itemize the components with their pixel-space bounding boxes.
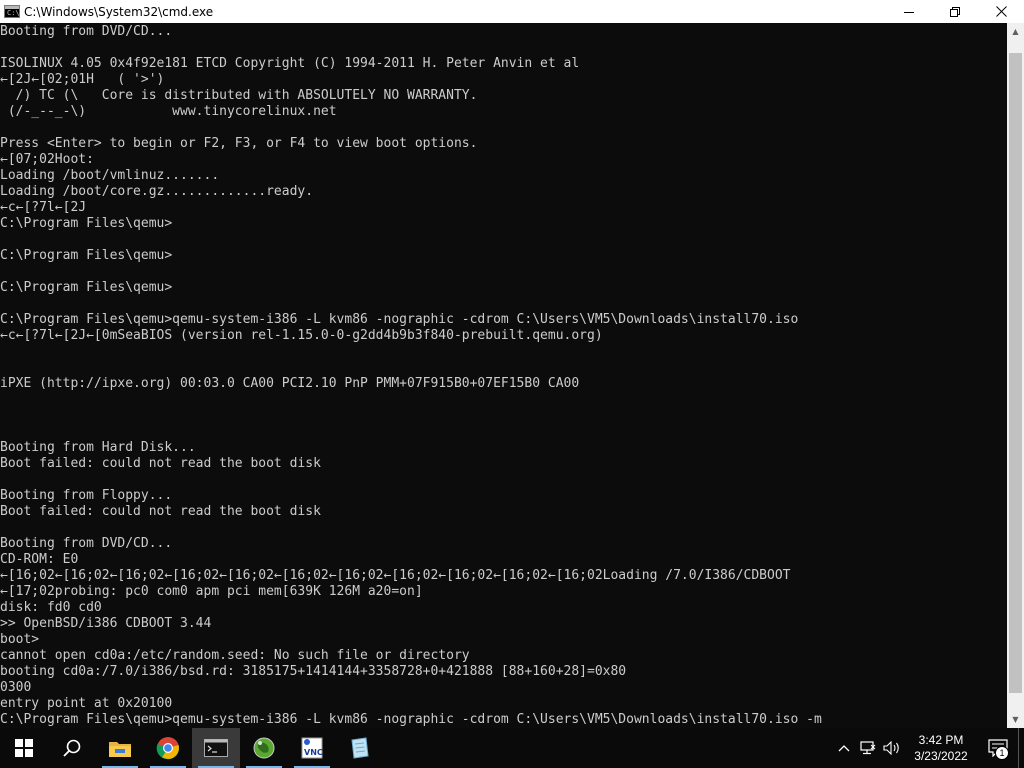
volume-icon[interactable] (880, 728, 904, 768)
console-line: C:\Program Files\qemu>qemu-system-i386 -… (0, 712, 822, 727)
console-line: booting cd0a:/7.0/i386/bsd.rd: 3185175+1… (0, 664, 627, 679)
console-line: C:\Program Files\qemu> (0, 280, 173, 295)
console-line: Loading /boot/vmlinuz....... (0, 168, 220, 183)
folder-icon (109, 742, 131, 757)
console-text: Booting from DVD/CD... ISOLINUX 4.05 0x4f… (0, 23, 1007, 728)
console-line: cannot open cd0a:/etc/random.seed: No su… (0, 648, 470, 663)
console-output[interactable]: Booting from DVD/CD... ISOLINUX 4.05 0x4f… (0, 23, 1007, 728)
scroll-down-arrow-icon[interactable]: ▼ (1007, 711, 1024, 728)
console-line: /) TC (\ Core is distributed with ABSOLU… (0, 88, 478, 103)
notepad-icon (351, 737, 369, 759)
network-icon[interactable] (856, 728, 880, 768)
notification-count-badge: 1 (995, 746, 1009, 760)
console-line: disk: fd0 cd0 (0, 600, 102, 615)
minimize-button[interactable] (886, 0, 932, 23)
search-button[interactable] (48, 728, 96, 768)
console-line: Loading /boot/core.gz.............ready. (0, 184, 314, 199)
cmd-app-icon[interactable]: C:\ (4, 5, 20, 18)
console-line: 0300 (0, 680, 32, 695)
console-line: ←[16;02←[16;02←[16;02←[16;02←[16;02←[16;… (0, 568, 791, 583)
clock-time: 3:42 PM (918, 733, 964, 747)
title-bar: C:\ C:\Windows\System32\cmd.exe (0, 0, 1024, 23)
console-line: C:\Program Files\qemu> (0, 248, 173, 263)
window-controls (886, 0, 1024, 23)
console-line: Booting from Floppy... (0, 488, 173, 503)
console-line: Boot failed: could not read the boot dis… (0, 456, 321, 471)
console-line: ←c←[?7l←[2J (0, 200, 87, 215)
console-line: ←[2J←[02;01H ( '>') (0, 72, 165, 87)
scroll-up-arrow-icon[interactable]: ▲ (1007, 23, 1024, 40)
search-icon (63, 739, 81, 757)
chrome-button[interactable] (144, 728, 192, 768)
vnc-viewer-button[interactable]: VNC (288, 728, 336, 768)
globe-icon (253, 737, 275, 759)
restore-icon (950, 6, 960, 17)
console-line: C:\Program Files\qemu>qemu-system-i386 -… (0, 312, 799, 327)
file-explorer-button[interactable] (96, 728, 144, 768)
clock[interactable]: 3:42 PM 3/23/2022 (904, 728, 978, 768)
console-line: Boot failed: could not read the boot dis… (0, 504, 321, 519)
taskbar: VNC 3:42 PM 3/23/2022 1 (0, 728, 1024, 768)
console-line: Booting from Hard Disk... (0, 440, 196, 455)
windows-logo-icon (15, 739, 33, 757)
chrome-icon (156, 737, 180, 760)
console-line: iPXE (http://ipxe.org) 00:03.0 CA00 PCI2… (0, 376, 580, 391)
scroll-thumb[interactable] (1009, 53, 1022, 693)
vnc-icon: VNC (301, 737, 323, 759)
start-button[interactable] (0, 728, 48, 768)
maximize-button[interactable] (932, 0, 978, 23)
chevron-up-icon[interactable] (832, 728, 856, 768)
globe-app-button[interactable] (240, 728, 288, 768)
notepad-app-button[interactable] (336, 728, 384, 768)
window-title: C:\Windows\System32\cmd.exe (24, 4, 214, 19)
console-line: CD-ROM: E0 (0, 552, 79, 567)
system-tray: 3:42 PM 3/23/2022 1 (832, 728, 1024, 768)
console-line: entry point at 0x20100 (0, 696, 173, 711)
close-button[interactable] (978, 0, 1024, 23)
console-line: ←c←[?7l←[2J←[0mSeaBIOS (version rel-1.15… (0, 328, 603, 343)
console-line: boot> (0, 632, 40, 647)
terminal-icon (204, 739, 228, 757)
show-desktop-button[interactable] (1018, 728, 1024, 768)
close-icon (995, 6, 1007, 17)
app-icon-label: C:\ (7, 9, 20, 17)
console-line: Booting from DVD/CD... (0, 24, 173, 39)
svg-text:VNC: VNC (304, 748, 323, 757)
minimize-icon (904, 11, 914, 13)
console-line: >> OpenBSD/i386 CDBOOT 3.44 (0, 616, 212, 631)
console-line: Booting from DVD/CD... (0, 536, 173, 551)
console-line: ←[17;02probing: pc0 com0 apm pci mem[639… (0, 584, 423, 599)
console-line: C:\Program Files\qemu> (0, 216, 173, 231)
console-line: ←[07;02Hoot: (0, 152, 94, 167)
clock-date: 3/23/2022 (914, 749, 968, 763)
console-line: ISOLINUX 4.05 0x4f92e181 ETCD Copyright … (0, 56, 580, 71)
vertical-scrollbar[interactable]: ▲ ▼ (1007, 23, 1024, 728)
console-line: Press <Enter> to begin or F2, F3, or F4 … (0, 136, 478, 151)
action-center-button[interactable]: 1 (978, 728, 1018, 768)
console-line: (/-_--_-\) www.tinycorelinux.net (0, 104, 337, 119)
cmd-taskbar-button[interactable] (192, 728, 240, 768)
